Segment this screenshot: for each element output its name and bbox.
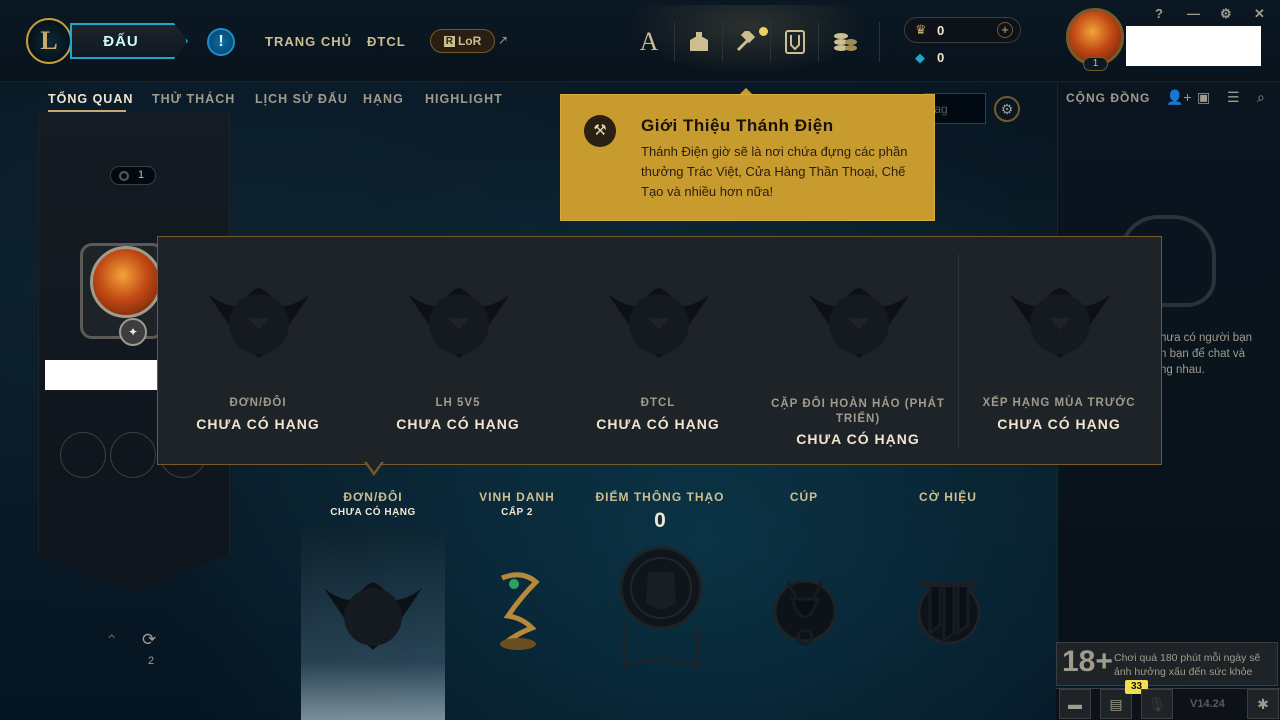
summoner-level-badge: 1 <box>1083 57 1108 71</box>
client-version: V14.24 <box>1190 698 1225 710</box>
rank-queue-label: ĐTCL <box>640 397 676 409</box>
minimize-icon[interactable]: — <box>1187 6 1200 21</box>
stat-rank-head: ĐƠN/ĐÔI <box>343 490 403 504</box>
stat-banner-head: CỜ HIỆU <box>919 490 977 504</box>
add-folder-icon[interactable]: ▣ <box>1197 89 1210 106</box>
play-button[interactable]: ĐẤU <box>70 23 188 59</box>
challenge-token-slot[interactable] <box>110 432 156 478</box>
crafting-icon: ⚒ <box>584 115 616 147</box>
rank-status: CHƯA CÓ HẠNG <box>396 416 520 432</box>
age-warning-text: Chơi quá 180 phút mỗi ngày sẽ ảnh hưởng … <box>1114 652 1261 678</box>
rank-status: CHƯA CÓ HẠNG <box>997 416 1121 432</box>
hub-divider <box>722 22 723 62</box>
rank-queue-label: CẶP ĐÔI HOÀN HẢO (PHÁT TRIỂN) <box>771 398 945 425</box>
microphone-icon[interactable]: 🎙 <box>1141 689 1173 719</box>
league-logo-icon[interactable]: L <box>26 18 72 64</box>
trophy-emblem-icon[interactable] <box>772 575 838 654</box>
unranked-crest-icon <box>1009 288 1111 358</box>
chevron-up-icon[interactable]: ⌃ <box>105 631 118 651</box>
mastery-emblem-icon[interactable] <box>618 546 704 675</box>
active-tab-underline <box>48 110 126 112</box>
blue-essence-icon: ◆ <box>915 50 925 65</box>
lor-mark-icon: R <box>443 35 455 47</box>
rank-column-double-up[interactable]: CẶP ĐÔI HOÀN HẢO (PHÁT TRIỂN) CHƯA CÓ HẠ… <box>758 240 958 455</box>
blue-essence-balance: 0 <box>937 50 945 65</box>
stat-rank-sub: CHƯA CÓ HẠNG <box>330 507 416 518</box>
lor-label: LoR <box>457 34 482 48</box>
store-icon[interactable] <box>827 24 863 60</box>
tooltip-title: Giới Thiệu Thánh Điện <box>641 116 834 135</box>
add-friend-icon[interactable]: 👤+ <box>1166 89 1192 106</box>
unranked-crest-icon <box>608 288 710 358</box>
unranked-crest-icon <box>208 288 310 358</box>
rank-column-tft[interactable]: ĐTCL CHƯA CÓ HẠNG <box>558 240 758 455</box>
rank-status: CHƯA CÓ HẠNG <box>796 431 920 447</box>
summoner-name-redacted <box>1126 26 1261 66</box>
stat-honor-head: VINH DANH <box>479 490 555 504</box>
rank-column-previous-season[interactable]: XẾP HẠNG MÙA TRƯỚC CHƯA CÓ HẠNG <box>959 240 1159 455</box>
rp-icon: ♛ <box>915 22 927 37</box>
mastery-chip: 1 <box>110 166 156 185</box>
loot-icon[interactable] <box>777 24 813 60</box>
gear-icon[interactable]: ⚙ <box>1220 6 1232 22</box>
rank-column-solo[interactable]: ĐƠN/ĐÔI CHƯA CÓ HẠNG <box>158 240 358 455</box>
rp-balance: 0 <box>937 23 945 38</box>
help-icon[interactable]: ? <box>1155 6 1163 21</box>
lor-button[interactable]: R LoR <box>430 29 495 53</box>
tab-overview[interactable]: TỔNG QUAN <box>48 92 133 106</box>
nav-home[interactable]: TRANG CHỦ <box>265 34 352 49</box>
gear-icon[interactable]: ⚙ <box>994 96 1020 122</box>
unranked-crest-icon[interactable] <box>322 582 424 657</box>
tab-match-history[interactable]: LỊCH SỬ ĐẤU <box>255 92 348 106</box>
hub-divider <box>879 22 880 62</box>
list-icon[interactable]: ☰ <box>1227 89 1240 106</box>
rank-queue-label: LH 5V5 <box>435 397 481 409</box>
chat-icon[interactable]: ▬ <box>1059 689 1091 719</box>
rank-status: CHƯA CÓ HẠNG <box>196 416 320 432</box>
emblem-icon: ✦ <box>119 318 147 346</box>
unranked-crest-icon <box>408 288 510 358</box>
tooltip-body: Thánh Điện giờ sẽ là nơi chứa đựng các p… <box>641 144 908 199</box>
tab-ranked[interactable]: HẠNG <box>363 92 404 106</box>
social-empty-text: hưa có người bạn n bạn để chat và ng nha… <box>1160 332 1252 376</box>
rank-status: CHƯA CÓ HẠNG <box>596 416 720 432</box>
profile-hub-icon[interactable]: A <box>631 24 667 60</box>
buy-rp-button[interactable]: + <box>997 22 1013 38</box>
external-link-icon: ↗ <box>498 33 509 47</box>
unranked-crest-icon <box>808 288 910 358</box>
reroll-icon[interactable]: ⟳ <box>142 630 156 650</box>
profile-icon[interactable] <box>90 246 162 318</box>
banner-emblem-icon[interactable] <box>916 577 982 654</box>
nav-tft[interactable]: ĐTCL <box>367 34 406 49</box>
alert-icon[interactable]: ! <box>207 28 235 56</box>
rank-queue-label: XẾP HẠNG MÙA TRƯỚC <box>982 397 1136 409</box>
challenge-token-slot[interactable] <box>60 432 106 478</box>
tab-highlights[interactable]: HIGHLIGHT <box>425 92 503 106</box>
rank-queue-label: ĐƠN/ĐÔI <box>229 397 287 409</box>
hub-divider <box>818 22 819 62</box>
notification-dot <box>759 27 768 36</box>
stat-honor-sub: CẤP 2 <box>501 507 533 518</box>
stat-mastery-value: 0 <box>654 509 666 532</box>
rank-column-flex[interactable]: LH 5V5 CHƯA CÓ HẠNG <box>358 240 558 455</box>
collection-icon[interactable] <box>681 24 717 60</box>
age-rating-badge: 18+ <box>1062 645 1113 678</box>
honor-emblem-icon[interactable] <box>492 568 544 657</box>
tab-challenges[interactable]: THỬ THÁCH <box>152 92 235 106</box>
search-icon[interactable]: ⌕ <box>1257 89 1265 106</box>
reroll-count: 2 <box>148 655 155 667</box>
social-title: CỘNG ĐỒNG <box>1066 91 1151 105</box>
hub-divider <box>770 22 771 62</box>
stat-trophy-head: CÚP <box>789 490 819 504</box>
close-icon[interactable]: ✕ <box>1254 6 1265 22</box>
stat-mastery-head: ĐIỂM THÔNG THẠO <box>595 490 725 504</box>
ring-icon <box>119 171 129 181</box>
bug-report-icon[interactable]: ✱ <box>1247 689 1279 719</box>
hub-divider <box>674 22 675 62</box>
